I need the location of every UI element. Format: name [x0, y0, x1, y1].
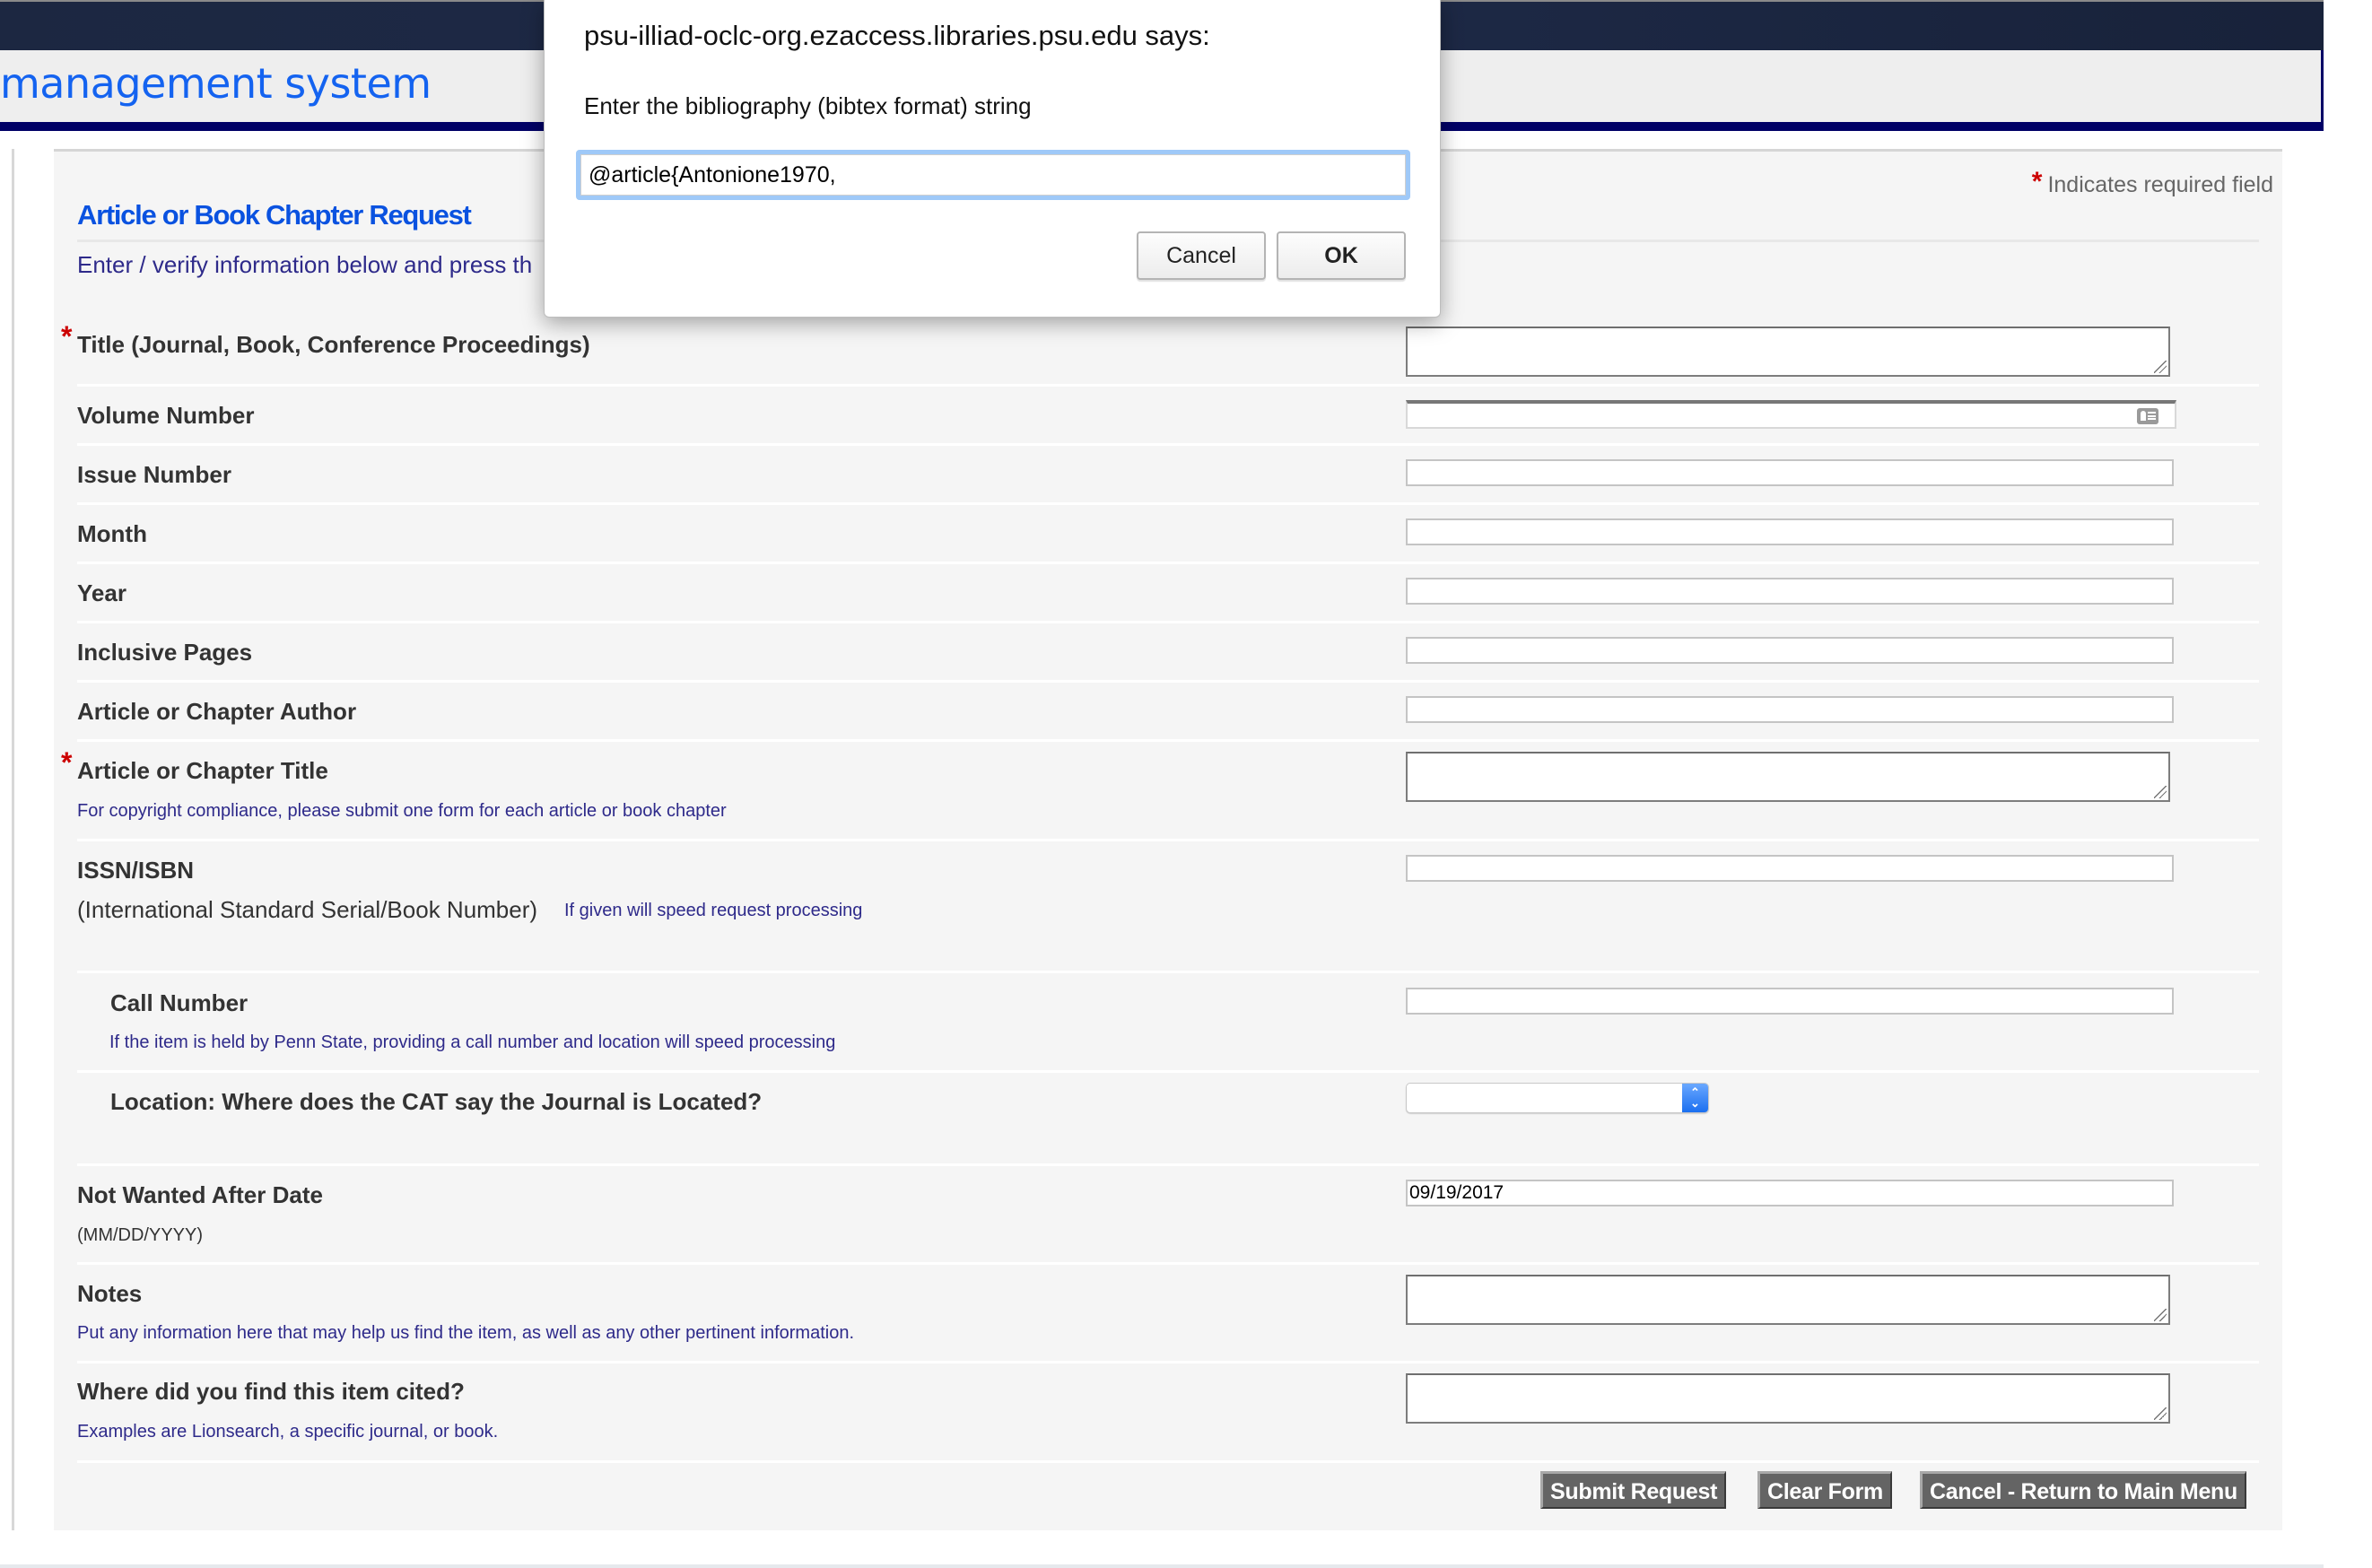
- cancel-return-button[interactable]: Cancel - Return to Main Menu: [1920, 1471, 2247, 1509]
- divider: [77, 502, 2259, 505]
- date-format-hint: (MM/DD/YYYY): [77, 1225, 203, 1245]
- resize-grip-icon[interactable]: [2154, 1407, 2167, 1420]
- volume-label: Volume Number: [77, 402, 255, 429]
- page-footer-line: [0, 1564, 2324, 1568]
- required-note-text: Indicates required field: [2047, 172, 2273, 197]
- issn-hint: If given will speed request processing: [564, 901, 863, 920]
- volume-input[interactable]: [1406, 400, 2176, 429]
- divider: [77, 680, 2259, 683]
- not-wanted-after-label: Not Wanted After Date: [77, 1181, 323, 1208]
- notes-hint: Put any information here that may help u…: [77, 1323, 855, 1343]
- divider: [77, 1163, 2259, 1166]
- year-label: Year: [77, 579, 126, 606]
- author-label: Article or Chapter Author: [77, 698, 357, 725]
- divider: [77, 384, 2259, 387]
- dialog-ok-button[interactable]: OK: [1277, 231, 1406, 280]
- divider: [77, 971, 2259, 973]
- month-input[interactable]: [1406, 518, 2174, 545]
- issn-sublabel: (International Standard Serial/Book Numb…: [77, 896, 538, 923]
- select-updown-icon[interactable]: ⌃ ⌄: [1682, 1084, 1708, 1112]
- author-input[interactable]: [1406, 696, 2174, 723]
- journal-title-label: * Title (Journal, Book, Conference Proce…: [61, 320, 590, 359]
- divider: [77, 1070, 2259, 1073]
- journal-title-label-text: Title (Journal, Book, Conference Proceed…: [77, 331, 590, 358]
- contact-card-autofill-icon[interactable]: [2137, 408, 2158, 424]
- pages-input[interactable]: [1406, 637, 2174, 664]
- journal-title-textarea[interactable]: [1406, 327, 2170, 377]
- issue-label: Issue Number: [77, 461, 231, 488]
- divider: [77, 1361, 2259, 1363]
- call-number-input[interactable]: [1406, 988, 2174, 1015]
- dialog-input-focus-ring: [576, 150, 1410, 200]
- bibtex-input[interactable]: [580, 154, 1406, 196]
- cited-in-label: Where did you find this item cited?: [77, 1378, 465, 1405]
- form-instructions: Enter / verify information below and pre…: [77, 251, 533, 278]
- article-title-label-text: Article or Chapter Title: [77, 757, 328, 784]
- divider: [77, 839, 2259, 841]
- resize-grip-icon[interactable]: [2154, 786, 2167, 798]
- divider: [77, 1460, 2259, 1463]
- required-asterisk: *: [61, 320, 73, 353]
- cited-in-textarea[interactable]: [1406, 1373, 2170, 1424]
- location-select[interactable]: ⌃ ⌄: [1406, 1083, 1709, 1113]
- resize-grip-icon[interactable]: [2154, 1309, 2167, 1321]
- required-asterisk: *: [2031, 167, 2043, 196]
- cited-in-hint: Examples are Lionsearch, a specific jour…: [77, 1422, 499, 1442]
- issue-input[interactable]: [1406, 459, 2174, 486]
- call-number-label: Call Number: [110, 989, 249, 1016]
- form-title: Article or Book Chapter Request: [77, 199, 472, 231]
- dialog-title: psu-illiad-oclc-org.ezaccess.libraries.p…: [584, 20, 1210, 51]
- article-title-hint: For copyright compliance, please submit …: [77, 801, 727, 821]
- required-field-note: * Indicates required field: [2031, 167, 2273, 199]
- location-label: Location: Where does the CAT say the Jou…: [110, 1088, 763, 1115]
- year-input[interactable]: [1406, 578, 2174, 605]
- submit-request-button[interactable]: Submit Request: [1540, 1471, 1727, 1509]
- divider: [77, 739, 2259, 742]
- dialog-cancel-button[interactable]: Cancel: [1137, 231, 1266, 280]
- pages-label: Inclusive Pages: [77, 639, 253, 666]
- page-left-rule: [12, 149, 14, 1530]
- divider: [77, 1262, 2259, 1265]
- article-title-label: * Article or Chapter Title: [61, 746, 328, 785]
- notes-label: Notes: [77, 1280, 143, 1307]
- required-asterisk: *: [61, 746, 73, 779]
- issn-input[interactable]: [1406, 855, 2174, 882]
- call-number-hint: If the item is held by Penn State, provi…: [109, 1032, 836, 1052]
- not-wanted-after-input[interactable]: [1406, 1180, 2174, 1206]
- issn-label: ISSN/ISBN: [77, 857, 195, 884]
- dialog-message: Enter the bibliography (bibtex format) s…: [584, 92, 1032, 119]
- prompt-dialog: psu-illiad-oclc-org.ezaccess.libraries.p…: [544, 0, 1441, 318]
- notes-textarea[interactable]: [1406, 1275, 2170, 1325]
- month-label: Month: [77, 520, 147, 547]
- clear-form-button[interactable]: Clear Form: [1757, 1471, 1892, 1509]
- divider: [77, 443, 2259, 446]
- divider: [77, 562, 2259, 564]
- divider: [77, 621, 2259, 623]
- article-title-textarea[interactable]: [1406, 752, 2170, 802]
- app-title: management system: [0, 59, 432, 108]
- resize-grip-icon[interactable]: [2154, 361, 2167, 373]
